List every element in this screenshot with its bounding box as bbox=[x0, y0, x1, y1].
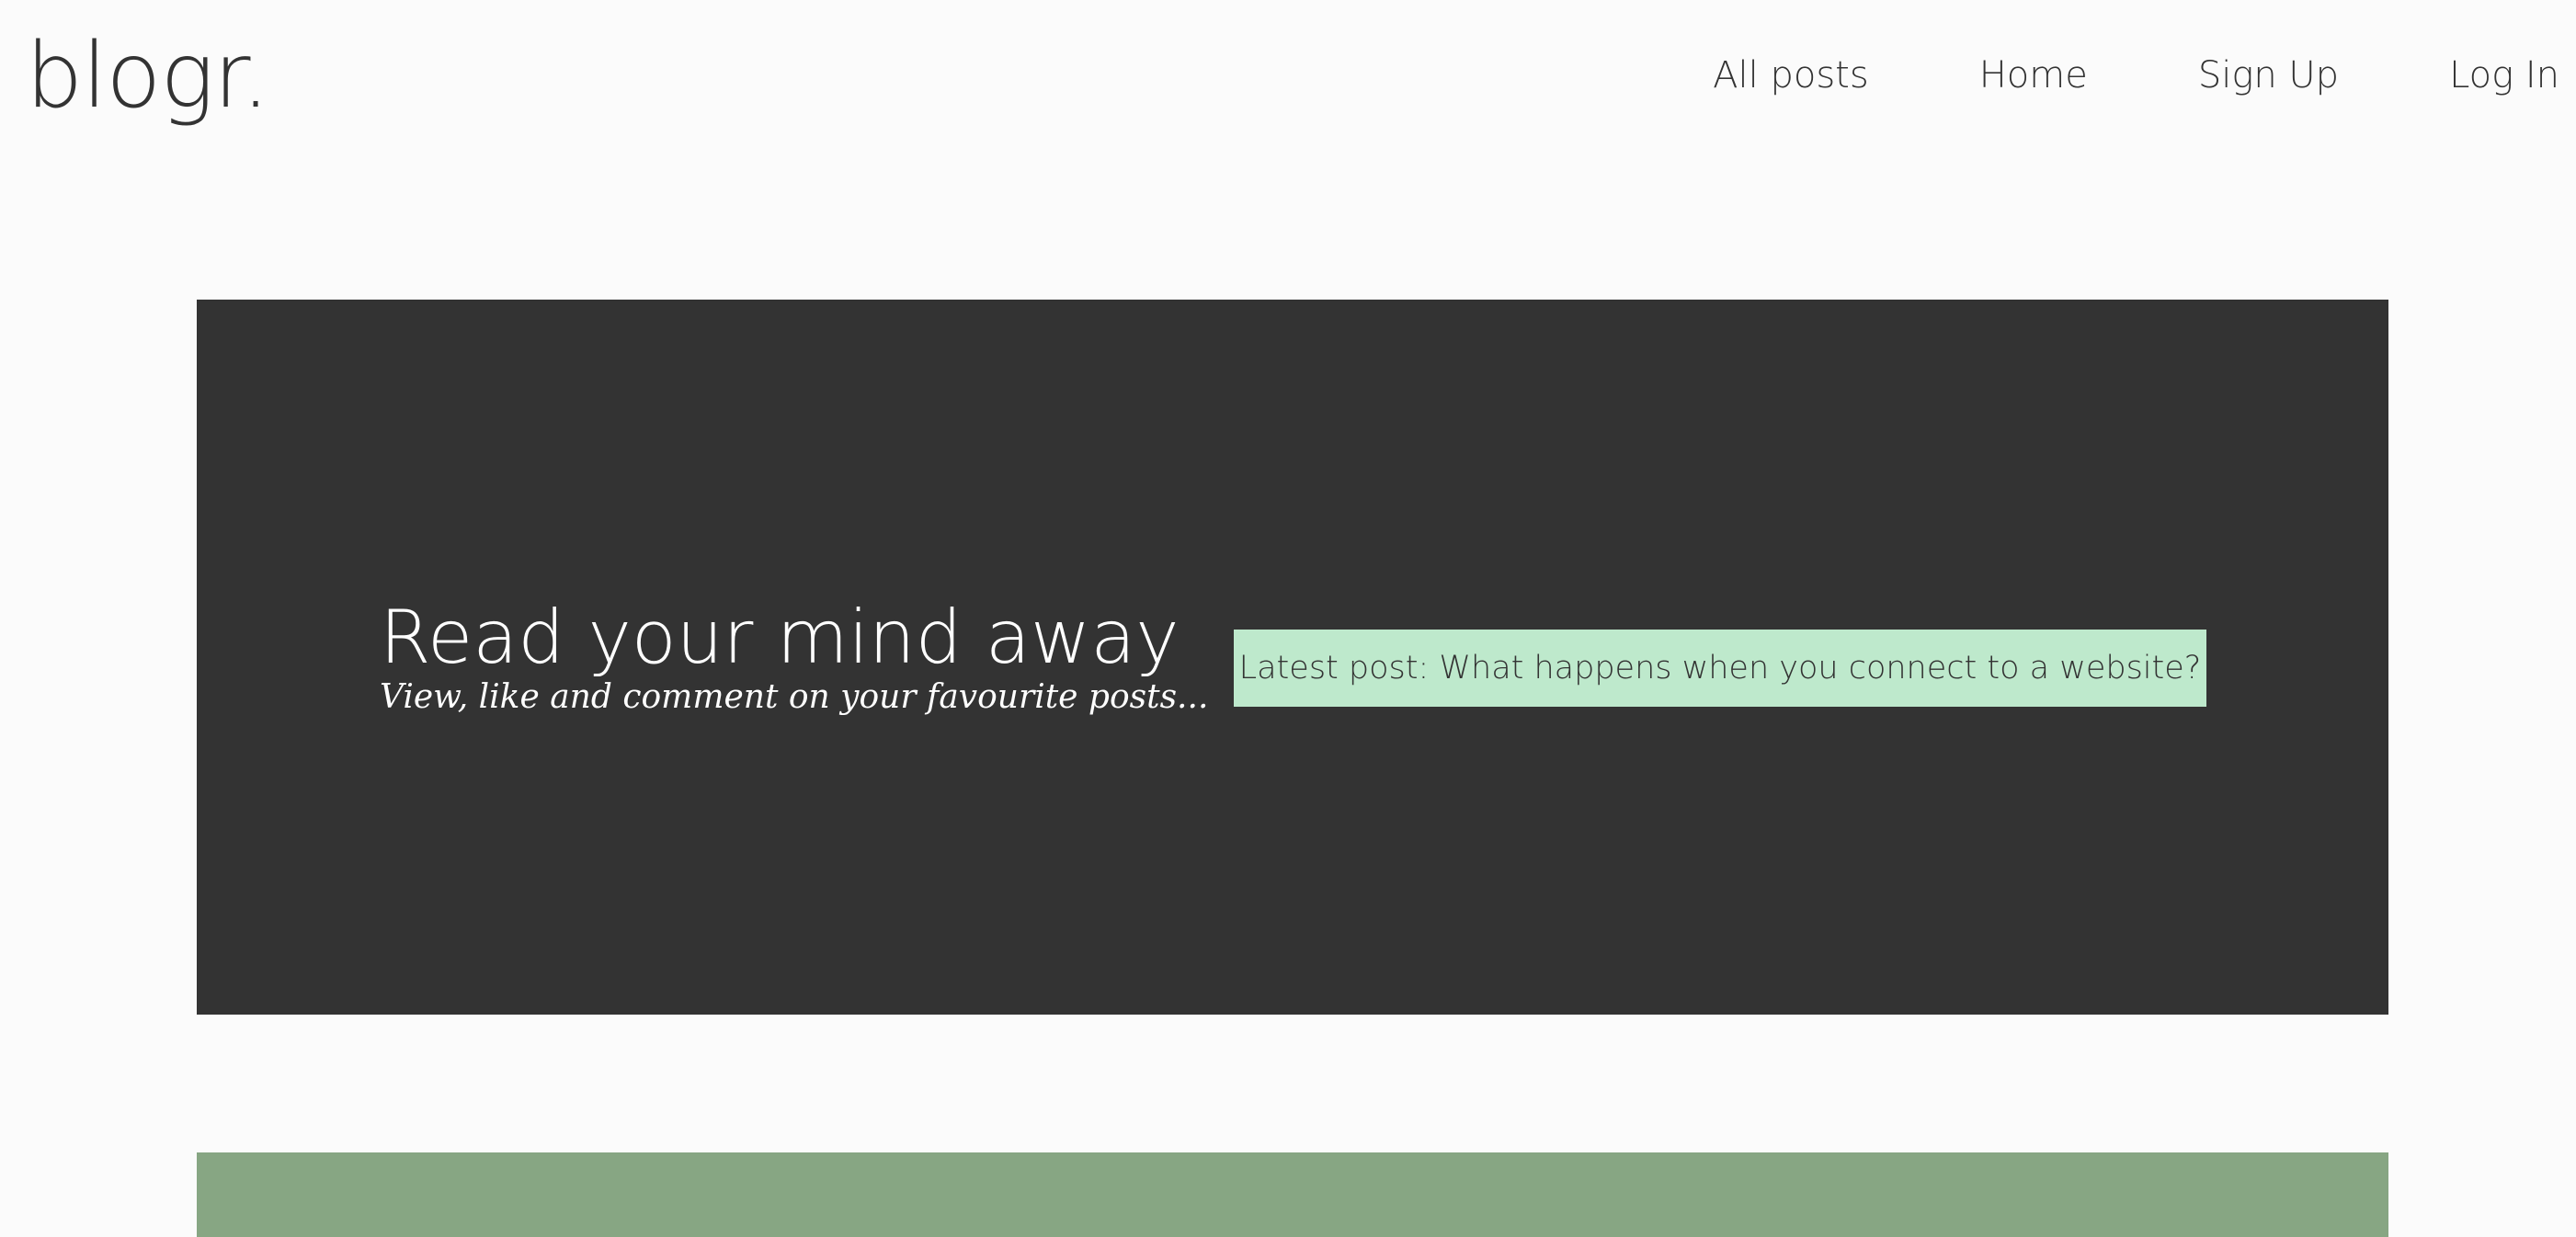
nav-link-home[interactable]: Home bbox=[1979, 53, 2088, 97]
site-header: blogr. All posts Home Sign Up Log In bbox=[0, 0, 2576, 156]
hero-text-block: Read your mind away View, like and comme… bbox=[380, 595, 1209, 717]
site-logo[interactable]: blogr. bbox=[26, 26, 270, 127]
hero-title: Read your mind away bbox=[380, 595, 1180, 680]
hero-subtitle: View, like and comment on your favourite… bbox=[380, 678, 1209, 716]
nav-link-sign-up[interactable]: Sign Up bbox=[2198, 53, 2339, 97]
latest-post-link[interactable]: Latest post: What happens when you conne… bbox=[1234, 630, 2206, 707]
nav-link-log-in[interactable]: Log In bbox=[2449, 53, 2559, 97]
main-nav: All posts Home Sign Up Log In bbox=[1713, 53, 2559, 97]
nav-link-all-posts[interactable]: All posts bbox=[1713, 53, 1869, 97]
next-section-strip bbox=[197, 1152, 2388, 1237]
hero-banner: Read your mind away View, like and comme… bbox=[197, 300, 2388, 1015]
